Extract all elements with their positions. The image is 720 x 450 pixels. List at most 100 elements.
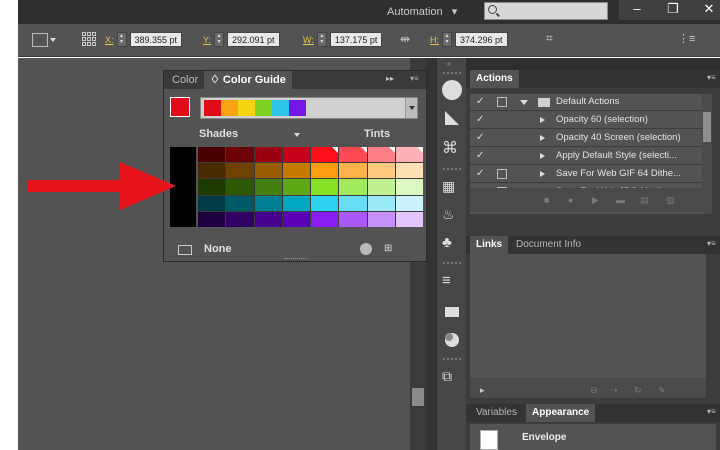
panel-menu-icon[interactable]: ▾≡ — [410, 74, 419, 83]
panel-resize-handle[interactable] — [284, 258, 306, 260]
y-field[interactable]: 292.091 pt — [227, 32, 280, 47]
collapse-icon[interactable]: « — [447, 61, 451, 68]
expand-right-icon[interactable] — [540, 171, 545, 177]
checkmark-icon[interactable]: ✓ — [476, 96, 484, 107]
variation-swatch[interactable] — [395, 163, 423, 179]
checkmark-icon[interactable]: ✓ — [476, 168, 484, 179]
harmony-swatch[interactable] — [221, 100, 238, 116]
variation-swatch[interactable] — [339, 211, 367, 227]
dialog-toggle-icon[interactable] — [497, 169, 507, 179]
base-color-swatch[interactable] — [170, 97, 190, 117]
variation-swatch[interactable] — [282, 195, 310, 211]
variation-swatch[interactable] — [311, 179, 339, 195]
variation-swatch[interactable] — [367, 211, 395, 227]
harmony-swatch[interactable] — [289, 100, 306, 116]
variation-swatch[interactable] — [282, 179, 310, 195]
update-link-icon[interactable]: ↻ — [634, 385, 644, 395]
y-stepper[interactable]: ▴ ▾ — [214, 32, 225, 47]
variation-swatch[interactable] — [339, 163, 367, 179]
chevron-down-icon[interactable] — [50, 38, 56, 42]
save-swatch-group-icon[interactable]: ⊞ — [384, 243, 392, 254]
panel-collapse-icon[interactable]: ▸▸ — [386, 74, 394, 83]
tab-document-info[interactable]: Document Info — [510, 236, 587, 254]
variation-swatch[interactable] — [198, 179, 226, 195]
action-set-row[interactable]: ✓ Default Actions — [470, 94, 702, 111]
x-stepper[interactable]: ▴ ▾ — [116, 32, 127, 47]
expand-right-icon[interactable] — [540, 117, 545, 123]
close-button[interactable]: ✕ — [691, 0, 720, 20]
scrollbar-thumb[interactable] — [412, 388, 424, 406]
panel-menu-icon[interactable]: ▾≡ — [707, 73, 717, 83]
action-row[interactable]: ✓ Opacity 60 (selection) — [470, 112, 702, 129]
variation-swatch[interactable] — [339, 195, 367, 211]
w-field[interactable]: 137.175 pt — [329, 32, 383, 47]
variation-swatch[interactable] — [198, 195, 226, 211]
variation-swatch[interactable] — [282, 163, 310, 179]
variation-swatch[interactable] — [254, 211, 282, 227]
checkmark-icon[interactable]: ✓ — [476, 114, 484, 125]
variation-swatch[interactable] — [367, 195, 395, 211]
tab-actions[interactable]: Actions — [470, 70, 519, 88]
variation-swatch[interactable] — [395, 179, 423, 195]
transform-options-icon[interactable]: ⌗ — [546, 31, 553, 46]
workspace-switcher[interactable]: Automation ▾ — [387, 5, 457, 18]
new-action-icon[interactable]: ▤ — [640, 195, 650, 205]
panel-menu-icon[interactable]: ⋮≡ — [678, 32, 695, 45]
chevron-down-icon[interactable] — [405, 98, 417, 118]
harmony-swatch[interactable] — [238, 100, 255, 116]
go-to-link-icon[interactable]: ⇢ — [610, 385, 620, 395]
edit-original-icon[interactable]: ✎ — [658, 385, 668, 395]
stop-icon[interactable]: ■ — [544, 195, 554, 205]
action-row[interactable]: ✓ Opacity 40 Screen (selection) — [470, 130, 702, 147]
delete-icon[interactable]: ▥ — [666, 195, 676, 205]
tab-links[interactable]: Links — [470, 236, 509, 254]
variation-swatch[interactable] — [226, 163, 254, 179]
harmony-swatch[interactable] — [272, 100, 289, 116]
gradient-icon[interactable] — [442, 302, 462, 322]
panel-menu-icon[interactable]: ▾≡ — [707, 239, 717, 249]
action-row[interactable]: ✓ Save For Web GIF 64 Dithe... — [470, 166, 702, 183]
expand-arrow-icon[interactable]: ▸ — [480, 385, 490, 395]
tab-color[interactable]: Color — [166, 71, 205, 89]
search-input[interactable] — [484, 2, 608, 20]
variation-swatch[interactable] — [198, 211, 226, 227]
variation-swatch[interactable] — [339, 147, 367, 163]
h-field[interactable]: 374.296 pt — [455, 32, 508, 47]
club-icon[interactable]: ♣ — [442, 234, 462, 254]
artboards-icon[interactable]: ⧉ — [442, 368, 462, 388]
x-field[interactable]: 389.355 pt — [129, 32, 183, 47]
variation-swatch[interactable] — [254, 179, 282, 195]
dialog-toggle-icon[interactable] — [497, 97, 507, 107]
reference-point-icon[interactable] — [82, 32, 96, 46]
expand-down-icon[interactable] — [520, 100, 528, 105]
variation-swatch[interactable] — [198, 147, 226, 163]
stroke-icon[interactable]: ≡ — [442, 272, 462, 292]
tab-color-guide[interactable]: ♢ Color Guide — [204, 71, 292, 89]
variation-swatch[interactable] — [367, 163, 395, 179]
variation-swatch[interactable] — [282, 147, 310, 163]
variation-swatch[interactable] — [226, 195, 254, 211]
panel-menu-icon[interactable]: ▾≡ — [707, 407, 717, 417]
edit-colors-icon[interactable] — [360, 243, 372, 255]
transform-icon[interactable] — [32, 33, 48, 47]
new-set-icon[interactable]: ▬ — [616, 195, 626, 205]
relink-icon[interactable]: ⊖ — [590, 385, 600, 395]
harmony-swatch[interactable] — [255, 100, 272, 116]
symbols-icon[interactable]: ♨ — [442, 206, 462, 226]
constrain-link-icon[interactable]: ⇹ — [400, 32, 410, 46]
variation-swatch[interactable] — [367, 179, 395, 195]
swatch-library-icon[interactable] — [178, 245, 192, 255]
variation-swatch[interactable] — [226, 179, 254, 195]
tab-variables[interactable]: Variables — [470, 404, 523, 422]
brush-icon[interactable]: ⌘ — [442, 138, 462, 158]
checkmark-icon[interactable]: ✓ — [476, 150, 484, 161]
variation-swatch[interactable] — [367, 147, 396, 163]
actions-scroll-thumb[interactable] — [703, 112, 711, 142]
record-icon[interactable]: ● — [568, 195, 578, 205]
variation-swatch[interactable] — [311, 211, 339, 227]
variation-options-arrow-icon[interactable] — [294, 133, 300, 137]
variation-swatch[interactable] — [395, 195, 423, 211]
variation-swatch[interactable] — [395, 147, 424, 163]
variation-swatch[interactable] — [254, 163, 282, 179]
variation-swatch[interactable] — [311, 163, 339, 179]
